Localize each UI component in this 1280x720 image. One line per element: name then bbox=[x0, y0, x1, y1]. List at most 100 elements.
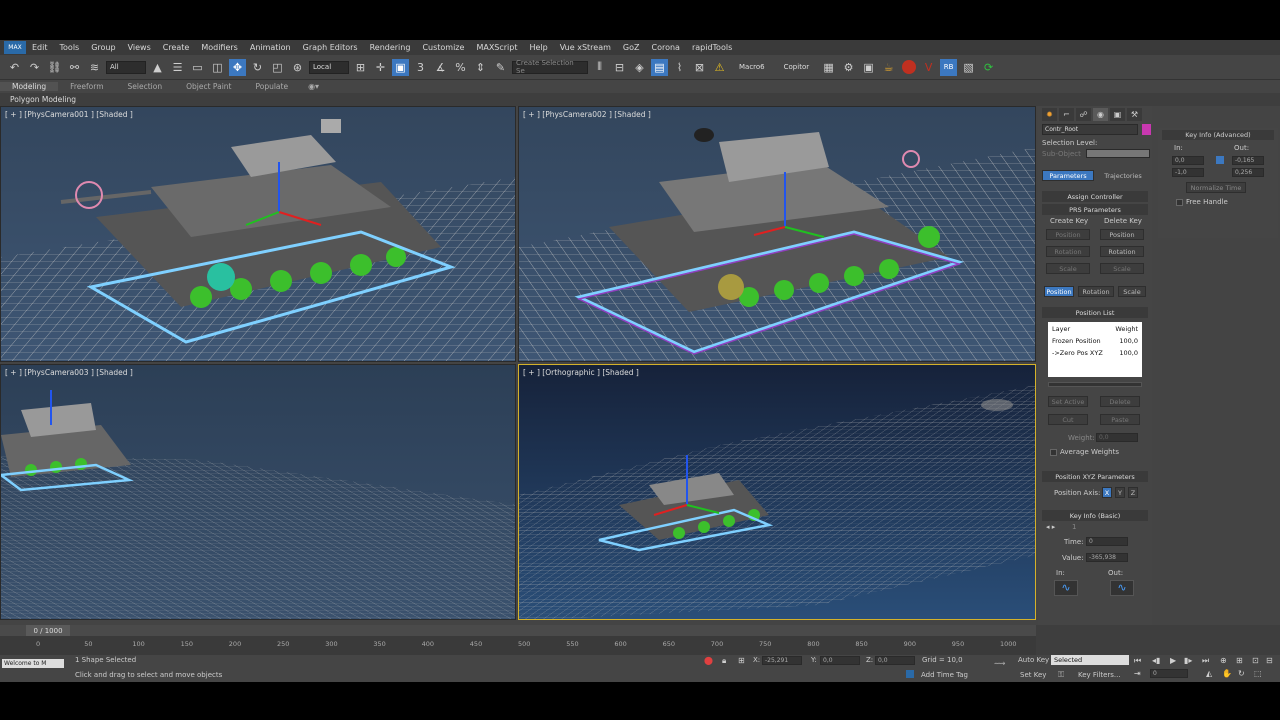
axis-z-button[interactable]: Z bbox=[1128, 487, 1138, 498]
keyboard-shortcut-override-icon[interactable]: ▣ bbox=[392, 58, 409, 76]
selection-lock-icon[interactable]: 🔒︎ bbox=[722, 656, 726, 666]
parameters-tab-button[interactable]: Parameters bbox=[1042, 170, 1094, 181]
absolute-mode-icon[interactable]: ⊞ bbox=[738, 656, 745, 665]
zoom-extents-icon[interactable]: ⊡ bbox=[1252, 656, 1259, 665]
link-icon[interactable]: ⛓ bbox=[46, 59, 63, 76]
rotation-mode-button[interactable]: Rotation bbox=[1078, 286, 1114, 297]
value-spinner[interactable]: -365,938 bbox=[1086, 553, 1128, 562]
go-to-start-icon[interactable]: ⏮ bbox=[1134, 656, 1141, 666]
rb-button[interactable]: RB bbox=[940, 58, 958, 76]
render-setup-icon[interactable]: ⚙ bbox=[840, 59, 857, 76]
tab-modeling[interactable]: Modeling bbox=[0, 82, 59, 91]
key-selection-dropdown[interactable]: Selected bbox=[1051, 655, 1129, 665]
prev-next-key-arrows[interactable]: ◂ ▸ bbox=[1046, 523, 1055, 531]
pan-icon[interactable]: ✋ bbox=[1222, 669, 1232, 678]
vray-icon[interactable]: V bbox=[920, 59, 937, 76]
corona-render-icon[interactable] bbox=[900, 59, 917, 76]
menu-corona[interactable]: Corona bbox=[645, 43, 685, 52]
object-name-field[interactable]: Contr_Root bbox=[1042, 124, 1138, 135]
create-tab-icon[interactable]: ✹ bbox=[1042, 108, 1057, 121]
zoom-extents-all-icon[interactable]: ⊟ bbox=[1266, 656, 1273, 665]
zoom-all-icon[interactable]: ⊞ bbox=[1236, 656, 1243, 665]
list-scrollbar[interactable] bbox=[1048, 382, 1142, 387]
key-mode-toggle-icon[interactable]: ⇥ bbox=[1134, 669, 1141, 678]
menu-help[interactable]: Help bbox=[524, 43, 554, 52]
add-time-tag-button[interactable]: Add Time Tag bbox=[921, 671, 968, 679]
mirror-icon[interactable]: ⫴ bbox=[591, 59, 608, 76]
key-filters-button[interactable]: Key Filters... bbox=[1078, 671, 1121, 679]
cut-button[interactable]: Cut bbox=[1048, 414, 1088, 425]
time-spinner[interactable]: 0 bbox=[1086, 537, 1128, 546]
next-frame-icon[interactable]: ▮▸ bbox=[1184, 656, 1192, 665]
select-and-rotate-icon[interactable]: ↻ bbox=[249, 59, 266, 76]
prev-frame-icon[interactable]: ◂▮ bbox=[1152, 656, 1160, 665]
sync-icon[interactable]: ⟳ bbox=[980, 59, 997, 76]
scale-mode-button[interactable]: Scale bbox=[1118, 286, 1146, 297]
play-icon[interactable]: ▶ bbox=[1170, 656, 1176, 665]
in-tangent-curve-icon[interactable]: ∿ bbox=[1054, 580, 1078, 596]
maxscript-listener-field[interactable]: Welcome to M bbox=[2, 659, 64, 668]
select-manipulate-icon[interactable]: ✛ bbox=[372, 59, 389, 76]
unlink-icon[interactable]: ⚯ bbox=[66, 59, 83, 76]
position-mode-button[interactable]: Position bbox=[1044, 286, 1074, 297]
polygon-modeling-panel[interactable]: Polygon Modeling bbox=[0, 93, 1280, 106]
menu-views[interactable]: Views bbox=[122, 43, 157, 52]
menu-goz[interactable]: GoZ bbox=[617, 43, 646, 52]
display-tab-icon[interactable]: ▣ bbox=[1110, 108, 1125, 121]
field-of-view-icon[interactable]: ◭ bbox=[1206, 669, 1212, 678]
ref-coord-dropdown[interactable]: Local bbox=[309, 60, 349, 74]
key-info-advanced-title[interactable]: Key Info (Advanced) bbox=[1162, 130, 1274, 140]
position-list-table[interactable]: Layer Weight Frozen Position 100,0 ->Zer… bbox=[1048, 322, 1142, 377]
viewport-label[interactable]: [ + ] [PhysCamera001 ] [Shaded ] bbox=[5, 110, 133, 119]
schematic-view-icon[interactable]: ⊠ bbox=[691, 59, 708, 76]
y-coord-field[interactable]: 0,0 bbox=[820, 656, 860, 665]
set-active-button[interactable]: Set Active bbox=[1048, 396, 1088, 407]
pivot-center-icon[interactable]: ⊞ bbox=[352, 59, 369, 76]
isolate-selection-icon[interactable]: ⬤ bbox=[704, 656, 713, 665]
warning-icon[interactable]: ⚠ bbox=[711, 59, 728, 76]
free-handle-checkbox[interactable] bbox=[1176, 199, 1183, 206]
average-weights-checkbox[interactable] bbox=[1050, 449, 1057, 456]
viewport-label[interactable]: [ + ] [PhysCamera003 ] [Shaded ] bbox=[5, 368, 133, 377]
object-color-swatch[interactable] bbox=[1142, 124, 1151, 135]
viewcube[interactable] bbox=[981, 399, 1013, 411]
menu-animation[interactable]: Animation bbox=[244, 43, 297, 52]
key-info-basic-rollout[interactable]: Key Info (Basic) bbox=[1042, 510, 1148, 521]
menu-customize[interactable]: Customize bbox=[416, 43, 470, 52]
menu-vue-xstream[interactable]: Vue xStream bbox=[554, 43, 617, 52]
copitor-button[interactable]: Copitor bbox=[776, 63, 817, 71]
camera-target-helper[interactable] bbox=[75, 181, 103, 209]
utilities-tab-icon[interactable]: ⚒ bbox=[1127, 108, 1142, 121]
lock-tangent-icon[interactable] bbox=[1216, 156, 1224, 164]
time-configuration-icon[interactable]: ⟿ bbox=[994, 659, 1005, 668]
list-item[interactable]: ->Zero Pos XYZ 100,0 bbox=[1048, 347, 1142, 359]
photo-studio-icon[interactable]: ▧ bbox=[960, 59, 977, 76]
undo-icon[interactable]: ↶ bbox=[6, 59, 23, 76]
menu-tools[interactable]: Tools bbox=[54, 43, 86, 52]
auto-key-button[interactable]: Auto Key bbox=[1018, 656, 1049, 664]
menu-graph-editors[interactable]: Graph Editors bbox=[297, 43, 364, 52]
snaps-toggle-icon[interactable]: 3 bbox=[412, 59, 429, 76]
adv-out-spinner-1[interactable]: -0,165 bbox=[1232, 156, 1264, 165]
viewport-physcamera002[interactable]: [ + ] [PhysCamera002 ] [Shaded ] bbox=[518, 106, 1036, 362]
rendered-frame-icon[interactable]: ▣ bbox=[860, 59, 877, 76]
menu-edit[interactable]: Edit bbox=[26, 43, 54, 52]
menu-maxscript[interactable]: MAXScript bbox=[470, 43, 523, 52]
set-key-icon[interactable]: ⚿ bbox=[1058, 670, 1064, 680]
motion-tab-icon[interactable]: ◉ bbox=[1093, 108, 1108, 121]
select-by-name-icon[interactable]: ☰ bbox=[169, 59, 186, 76]
select-object-icon[interactable]: ▲ bbox=[149, 59, 166, 76]
align-icon[interactable]: ⊟ bbox=[611, 59, 628, 76]
selection-filter-dropdown[interactable]: All bbox=[106, 60, 146, 74]
normalize-time-button[interactable]: Normalize Time bbox=[1186, 182, 1246, 193]
hierarchy-tab-icon[interactable]: ☍ bbox=[1076, 108, 1091, 121]
window-crossing-icon[interactable]: ◫ bbox=[209, 59, 226, 76]
edit-named-selection-icon[interactable]: ✎ bbox=[492, 59, 509, 76]
menu-rapidtools[interactable]: rapidTools bbox=[686, 43, 738, 52]
create-rotation-key-button[interactable]: Rotation bbox=[1046, 246, 1090, 257]
layer-explorer-icon[interactable]: ◈ bbox=[631, 59, 648, 76]
time-slider-thumb[interactable]: 0 / 1000 bbox=[26, 625, 70, 636]
named-selection-dropdown[interactable]: Create Selection Se bbox=[512, 59, 588, 75]
weight-spinner[interactable]: 0,0 bbox=[1096, 433, 1138, 442]
time-tag-icon[interactable] bbox=[906, 670, 914, 678]
